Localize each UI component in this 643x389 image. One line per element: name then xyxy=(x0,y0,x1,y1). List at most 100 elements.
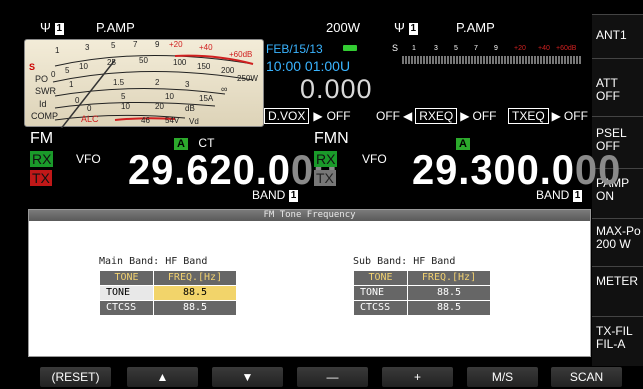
meter-po-tick: 25 xyxy=(107,58,116,67)
main-preamp-label: P.AMP xyxy=(96,20,135,35)
sub-s-tick: 7 xyxy=(474,45,478,52)
sub-s-tick: 3 xyxy=(434,45,438,52)
main-rx-label: RX xyxy=(30,151,54,167)
battery-icon xyxy=(343,45,357,51)
sub-band-number: 1 xyxy=(572,190,583,202)
row-freq[interactable]: 88.5 xyxy=(407,285,491,301)
main-band-number: 1 xyxy=(288,190,299,202)
sub-vfo-label: VFO xyxy=(362,152,387,166)
dvox-group[interactable]: D.VOX ▶ OFF xyxy=(264,108,351,124)
fm-tone-dialog: FM Tone Frequency Main Band: HF Band TON… xyxy=(28,209,591,357)
meter-po-tick: 200 xyxy=(221,66,235,75)
table-row[interactable]: CTCSS 88.5 xyxy=(353,300,491,316)
meter-po-tick: 0 xyxy=(51,70,56,79)
meter-po-tick: 50 xyxy=(139,56,148,65)
row-name[interactable]: TONE xyxy=(353,285,408,301)
main-tx-indicator: TX xyxy=(30,170,52,188)
meter-swr-label: SWR xyxy=(35,86,56,96)
sub-s-tick: S xyxy=(392,43,399,53)
meter-comp-tick: 10 xyxy=(121,102,130,111)
sub-preamp-label: P.AMP xyxy=(456,20,495,35)
meter-s-tick: 7 xyxy=(133,40,138,49)
row-name[interactable]: CTCSS xyxy=(353,300,408,316)
col-tone-header: TONE xyxy=(353,270,408,286)
main-vfo-label: VFO xyxy=(76,152,101,166)
row-name[interactable]: TONE xyxy=(99,285,154,301)
sub-tone-table: TONE FREQ.[Hz] TONE 88.5 CTCSS 88.5 xyxy=(353,270,491,316)
col-freq-header: FREQ.[Hz] xyxy=(407,270,491,286)
main-frequency[interactable]: 29.620.000 xyxy=(128,146,337,194)
rxeq-state: OFF xyxy=(472,109,497,123)
sub-band-label: BAND xyxy=(536,188,570,202)
meter-s-tick: 9 xyxy=(155,40,160,49)
softkey-ant[interactable]: ANT1 xyxy=(592,14,643,58)
down-arrow-button[interactable]: ▼ xyxy=(212,367,283,387)
sub-s-meter-scale: S 1 3 5 7 9 +20 +40 +60dB xyxy=(392,43,592,55)
softkey-meter[interactable]: METER xyxy=(592,266,643,316)
meter-s-tick: +20 xyxy=(169,40,183,49)
main-tx-label: TX xyxy=(30,170,52,186)
row-freq[interactable]: 88.5 xyxy=(407,300,491,316)
table-header-row: TONE FREQ.[Hz] xyxy=(99,270,237,286)
meter-id-label: Id xyxy=(39,99,47,109)
row-freq[interactable]: 88.5 xyxy=(153,300,237,316)
left-arrow-icon: ◀ xyxy=(403,109,413,123)
minus-button[interactable]: — xyxy=(297,367,368,387)
meter-po-tick: 250W xyxy=(237,74,258,83)
ms-button[interactable]: M/S xyxy=(467,367,538,387)
main-ant-number: 1 xyxy=(54,23,65,35)
txeq-group[interactable]: TXEQ ▶ OFF xyxy=(508,108,588,124)
reset-button[interactable]: (RESET) xyxy=(40,367,111,387)
row-freq[interactable]: 88.5 xyxy=(153,285,237,301)
sub-tx-label: TX xyxy=(314,170,336,186)
sub-freq-digits: 29.300.0 xyxy=(412,146,575,193)
main-mode-label: FM xyxy=(30,130,54,147)
meter-s-tick: 5 xyxy=(111,41,116,50)
table-row[interactable]: TONE 88.5 xyxy=(99,285,237,301)
meter-po-tick: 10 xyxy=(79,62,88,71)
meter-s-label: S xyxy=(29,62,36,72)
meter-swr-tick: ∞ xyxy=(221,84,228,94)
rxeq-label: RXEQ xyxy=(415,108,458,124)
softkey-tx-fil[interactable]: TX-FIL FIL-A xyxy=(592,316,643,366)
plus-button[interactable]: + xyxy=(382,367,453,387)
main-freq-digits: 29.620.0 xyxy=(128,146,291,193)
rxeq-off-label: OFF xyxy=(376,109,400,123)
play-icon: ▶ xyxy=(313,109,323,123)
meter-vd-tick: Vd xyxy=(189,117,199,126)
sub-tx-indicator: TX xyxy=(314,170,336,188)
main-tone-table: TONE FREQ.[Hz] TONE 88.5 CTCSS 88.5 xyxy=(99,270,237,316)
table-row[interactable]: CTCSS 88.5 xyxy=(99,300,237,316)
dvox-state: OFF xyxy=(326,109,351,123)
meter-id-tick: 10 xyxy=(165,92,174,101)
row-name[interactable]: CTCSS xyxy=(99,300,154,316)
sub-band-indicator: BAND 1 xyxy=(536,188,583,202)
sub-s-tick: 1 xyxy=(412,45,416,52)
main-band-indicator: BAND 1 xyxy=(252,188,299,202)
scan-button[interactable]: SCAN xyxy=(551,367,622,387)
sub-antenna-indicator: Ψ 1 xyxy=(394,20,419,35)
play-icon: ▶ xyxy=(460,109,470,123)
meter-id-tick: 15A xyxy=(199,94,214,103)
softkey-max-po[interactable]: MAX-Po 200 W xyxy=(592,218,643,266)
analog-meter: S PO SWR Id COMP ALC 1 3 5 7 9 +20 +40 +… xyxy=(24,39,264,128)
meter-s-tick: +40 xyxy=(199,43,213,52)
antenna-signal-icon: Ψ xyxy=(40,20,51,35)
sub-s-tick: +60dB xyxy=(556,45,577,52)
sub-band-title: Sub Band: HF Band xyxy=(353,256,456,267)
softkey-att[interactable]: ATT OFF xyxy=(592,58,643,116)
table-row[interactable]: TONE 88.5 xyxy=(353,285,491,301)
meter-swr-tick: 1.5 xyxy=(113,78,125,87)
rxeq-group[interactable]: OFF ◀ RXEQ ▶ OFF xyxy=(376,108,496,124)
time-display: 10:00 01:00U xyxy=(266,58,351,74)
up-arrow-button[interactable]: ▲ xyxy=(127,367,198,387)
sub-rx-indicator: RX xyxy=(314,151,338,169)
meter-po-tick: 100 xyxy=(173,58,187,67)
sub-frequency[interactable]: 29.300.000 xyxy=(412,146,621,194)
meter-swr-tick: 3 xyxy=(185,80,190,89)
sub-ant-number: 1 xyxy=(408,23,419,35)
main-band-title: Main Band: HF Band xyxy=(99,256,208,267)
meter-comp-tick: 20 xyxy=(155,102,164,111)
meter-s-tick: +60dB xyxy=(229,50,253,59)
meter-comp-label: COMP xyxy=(31,111,58,121)
